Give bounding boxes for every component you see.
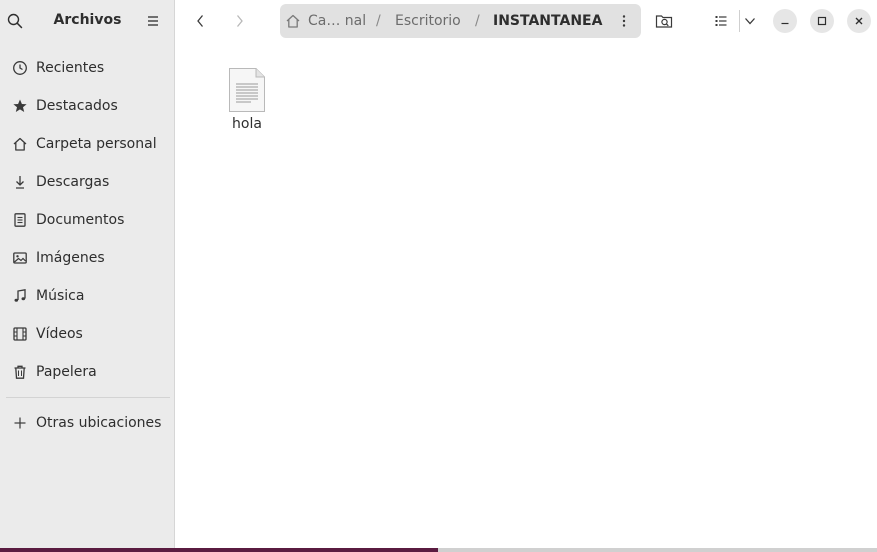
sidebar-item-imagenes[interactable]: Imágenes: [0, 240, 175, 276]
sidebar-item-destacados[interactable]: Destacados: [0, 88, 175, 124]
maximize-button[interactable]: [810, 9, 834, 33]
view-options-button[interactable]: [741, 12, 759, 30]
forward-button[interactable]: [230, 11, 250, 31]
breadcrumb-separator: /: [376, 13, 381, 29]
document-icon: [11, 211, 29, 229]
breadcrumb-home[interactable]: Ca… nal: [308, 4, 366, 38]
sidebar-separator: [6, 397, 170, 398]
search-folder-button[interactable]: [654, 12, 674, 30]
sidebar-item-videos[interactable]: Vídeos: [0, 316, 175, 352]
trash-icon: [11, 363, 29, 381]
home-icon[interactable]: [285, 13, 301, 29]
breadcrumb-separator: /: [475, 13, 480, 29]
maximize-icon: [817, 16, 827, 26]
list-view-icon: [715, 16, 727, 26]
accent-bar: [0, 548, 438, 552]
breadcrumb-escritorio[interactable]: Escritorio: [395, 4, 461, 38]
back-button[interactable]: [190, 11, 210, 31]
breadcrumb-current[interactable]: INSTANTANEA: [493, 4, 602, 38]
sidebar-item-label: Vídeos: [36, 326, 83, 342]
close-icon: [855, 17, 863, 25]
sidebar-item-label: Imágenes: [36, 250, 105, 266]
clock-icon: [11, 59, 29, 77]
view-divider: [739, 10, 740, 32]
sidebar-item-recientes[interactable]: Recientes: [0, 50, 175, 86]
path-menu-button[interactable]: [616, 13, 632, 29]
sidebar-item-otras-ubicaciones[interactable]: Otras ubicaciones: [0, 405, 175, 441]
sidebar-item-musica[interactable]: Música: [0, 278, 175, 314]
vertical-dots-icon: [622, 15, 626, 27]
sidebar: Archivos Recientes Destacados Carpeta pe…: [0, 0, 175, 552]
image-icon: [11, 249, 29, 267]
sidebar-item-label: Recientes: [36, 60, 105, 76]
file-item[interactable]: hola: [216, 66, 278, 132]
path-bar: Ca… nal / Escritorio / INSTANTANEA: [280, 4, 641, 38]
list-view-button[interactable]: [712, 12, 730, 30]
sidebar-item-descargas[interactable]: Descargas: [0, 164, 175, 200]
chevron-left-icon: [197, 15, 204, 27]
film-icon: [11, 325, 29, 343]
minimize-icon: [781, 22, 789, 25]
hamburger-menu-icon[interactable]: [145, 13, 161, 29]
plus-icon: [11, 414, 29, 432]
minimize-button[interactable]: [773, 9, 797, 33]
sidebar-item-papelera[interactable]: Papelera: [0, 354, 175, 390]
sidebar-item-label: Documentos: [36, 212, 125, 228]
sidebar-item-label: Carpeta personal: [36, 136, 157, 152]
sidebar-item-label: Música: [36, 288, 85, 304]
download-icon: [11, 173, 29, 191]
sidebar-item-label: Descargas: [36, 174, 110, 190]
folder-search-icon: [655, 15, 673, 28]
sidebar-item-carpeta-personal[interactable]: Carpeta personal: [0, 126, 175, 162]
bottom-strip: [0, 548, 877, 552]
close-button[interactable]: [847, 9, 871, 33]
sidebar-header: Archivos: [0, 0, 175, 42]
sidebar-item-label: Destacados: [36, 98, 118, 114]
music-icon: [11, 287, 29, 305]
chevron-right-icon: [236, 15, 243, 27]
star-icon: [11, 97, 29, 115]
chevron-down-icon: [745, 18, 755, 25]
sidebar-item-label: Otras ubicaciones: [36, 415, 162, 431]
sidebar-item-label: Papelera: [36, 364, 97, 380]
text-file-icon: [216, 66, 278, 114]
home-icon: [11, 135, 29, 153]
file-name: hola: [232, 116, 262, 132]
sidebar-item-documentos[interactable]: Documentos: [0, 202, 175, 238]
